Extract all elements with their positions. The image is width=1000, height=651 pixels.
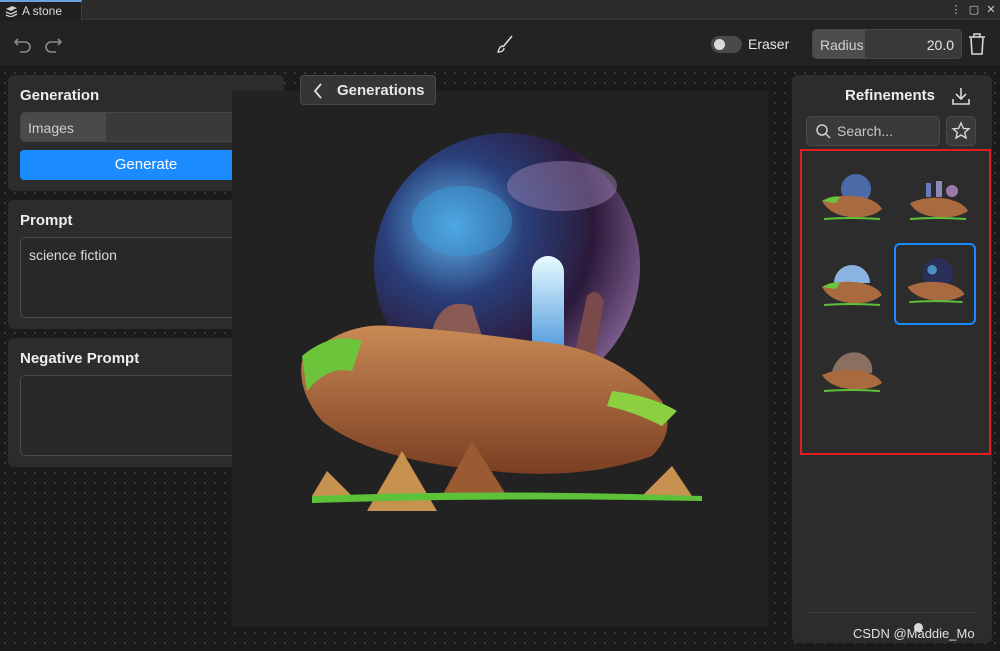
eraser-label: Eraser [748, 36, 790, 52]
generations-label: Generations [337, 82, 425, 99]
search-placeholder: Search... [837, 123, 894, 139]
brush-icon[interactable] [494, 33, 516, 55]
refinement-thumbnails-grid [800, 149, 991, 455]
document-tab[interactable]: A stone [0, 0, 82, 21]
thumbnail-image [822, 352, 882, 392]
generated-image [301, 133, 702, 511]
more-icon[interactable]: ⋮ [948, 0, 964, 20]
window-titlebar: A stone ⋮ ▢ ✕ [0, 0, 1000, 21]
prompt-text: science fiction [29, 247, 117, 263]
refinements-divider [808, 612, 976, 613]
prompt-title: Prompt [20, 212, 73, 229]
trash-icon[interactable] [967, 32, 987, 56]
tab-title: A stone [22, 4, 63, 18]
generation-title: Generation [20, 87, 100, 104]
toggle-knob [714, 39, 725, 50]
refinement-thumbnail[interactable] [810, 331, 892, 413]
negative-prompt-title: Negative Prompt [20, 350, 140, 367]
generated-image-canvas[interactable] [232, 91, 768, 627]
watermark-text: CSDN @Maddie_Mo [853, 626, 975, 641]
thumbnail-image [822, 174, 882, 220]
undo-icon[interactable] [12, 33, 34, 55]
generations-back-button[interactable]: Generations [300, 75, 436, 105]
search-icon [816, 124, 831, 139]
refinement-thumbnail[interactable] [810, 159, 892, 241]
thumbnail-image [907, 258, 965, 304]
refinements-title: Refinements [845, 87, 936, 104]
refinement-thumbnail[interactable] [896, 159, 978, 241]
radius-label: Radius [820, 37, 864, 53]
close-icon[interactable]: ✕ [983, 0, 999, 20]
radius-slider[interactable]: Radius 20.0 [812, 29, 962, 59]
top-toolbar: Eraser Radius 20.0 [0, 21, 1000, 67]
restore-icon[interactable]: ▢ [966, 0, 982, 20]
chevron-left-icon [313, 83, 322, 99]
refinement-thumbnail[interactable] [810, 245, 892, 327]
radius-value: 20.0 [926, 37, 954, 53]
thumbnail-image [909, 181, 968, 220]
images-label: Images [28, 120, 74, 136]
thumbnail-image [822, 265, 882, 306]
eraser-toggle[interactable] [711, 36, 742, 53]
refinement-thumbnail-selected[interactable] [894, 243, 976, 325]
layers-icon [5, 6, 18, 17]
refinements-search[interactable]: Search... [806, 116, 940, 146]
favorite-button[interactable] [946, 116, 976, 146]
star-icon [951, 121, 971, 140]
redo-icon[interactable] [42, 33, 64, 55]
download-icon[interactable] [950, 85, 972, 107]
